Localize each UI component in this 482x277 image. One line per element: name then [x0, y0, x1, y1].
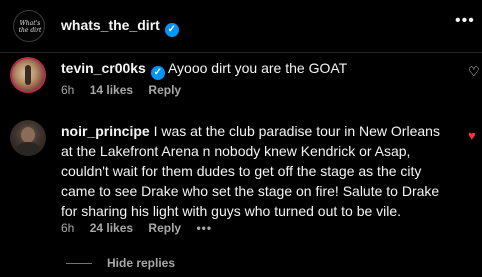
comment-likes[interactable]: 14 likes: [90, 83, 133, 97]
comment-username[interactable]: tevin_cr00ks: [61, 60, 146, 76]
avatar-face: [21, 127, 35, 143]
comment-avatar[interactable]: [10, 120, 46, 156]
avatar-logo-text: What's the dirt: [18, 20, 42, 34]
hide-replies-button[interactable]: Hide replies: [107, 256, 175, 270]
verified-badge-icon: ✓: [150, 66, 165, 80]
heart-icon[interactable]: ♡: [468, 64, 480, 80]
comment-text: Ayooo dirt you are the GOAT: [167, 60, 348, 76]
comment-username[interactable]: noir_principe: [61, 123, 150, 139]
comment-meta: 6h 24 likes Reply •••: [61, 221, 224, 235]
reply-button[interactable]: Reply: [148, 221, 181, 235]
author-username-text[interactable]: whats_the_dirt: [61, 17, 160, 33]
comment-time: 6h: [61, 83, 75, 97]
avatar-body: [16, 142, 40, 156]
author-username[interactable]: whats_the_dirt ✓: [61, 17, 179, 37]
comment-body: tevin_cr00ks ✓ Ayooo dirt you are the GOA…: [61, 58, 441, 80]
comment-more-options-icon[interactable]: •••: [196, 221, 212, 235]
comment-body: noir_principe I was at the club paradise…: [61, 121, 451, 221]
comment-avatar[interactable]: [10, 57, 46, 93]
verified-badge-icon: ✓: [164, 23, 179, 37]
author-avatar[interactable]: What's the dirt: [13, 10, 45, 42]
more-options-icon[interactable]: •••: [455, 12, 475, 30]
replies-divider: [66, 263, 92, 264]
heart-filled-icon[interactable]: ♥: [468, 128, 476, 143]
reply-button[interactable]: Reply: [148, 83, 181, 97]
avatar-figure: [25, 65, 31, 85]
comment-meta: 6h 14 likes Reply: [61, 83, 193, 97]
comment-time: 6h: [61, 221, 75, 235]
post-header: What's the dirt whats_the_dirt ✓ •••: [0, 0, 482, 53]
comment-likes[interactable]: 24 likes: [90, 221, 133, 235]
